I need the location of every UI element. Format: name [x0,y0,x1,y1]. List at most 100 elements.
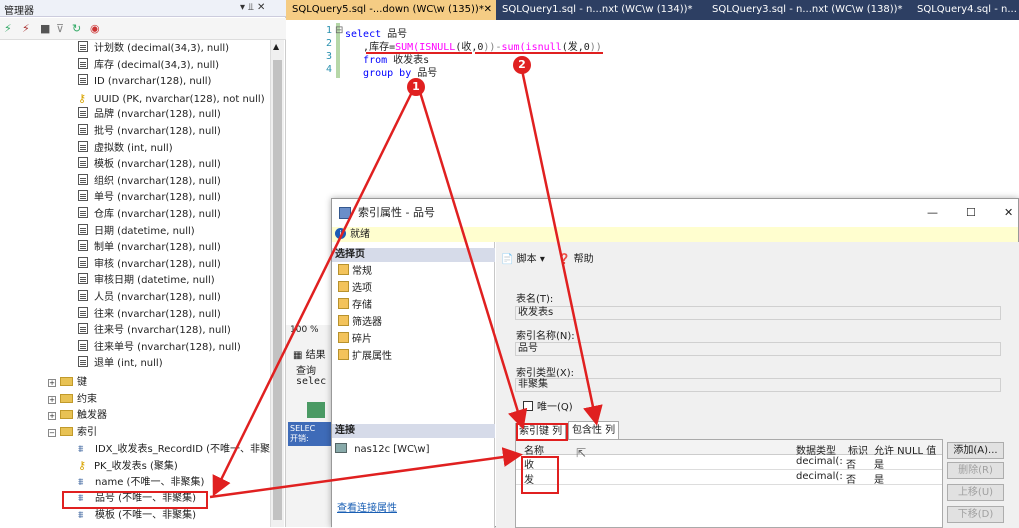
index-icon: ⩩ [78,509,84,521]
tab-sqlquery5[interactable]: SQLQuery5.sql -...down (WC\w (135))* ✕ [286,0,496,20]
results-tab[interactable]: ▦ 结果 [293,346,326,361]
object-explorer-toolbar: ⚡ ⚡ ■ ⊽ ↻ ◉ [0,18,286,40]
stop-icon[interactable]: ■ [40,22,50,35]
unique-checkbox[interactable]: 唯一(Q) [523,398,573,413]
tree-item-column[interactable]: 计划数 (decimal(34,3), null) [78,41,229,57]
tree-item-column[interactable]: 退单 (int, null) [78,356,163,372]
pane-controls[interactable]: ▾ ⫫ ✕ [240,2,265,13]
tree-item-column[interactable]: 组织 (nvarchar(128), null) [78,173,221,190]
tree-item-index[interactable]: ⩩ 模板 (不唯一、非聚集) [78,508,196,524]
close-button[interactable]: ✕ [1004,199,1013,227]
folder-icon [60,426,73,436]
tree-item-index[interactable]: ⚷ PK_收发表s (聚集) [78,458,178,474]
plan-node[interactable]: SELEC 开销: [288,422,331,446]
tree-item-label: 日期 (datetime, null) [94,225,195,237]
script-label: 脚本 [516,254,537,265]
tree-item-column[interactable]: 仓库 (nvarchar(128), null) [78,207,221,223]
add-button[interactable]: 添加(A)... [947,442,1004,459]
tab-sqlquery4[interactable]: SQLQuery4.sql - n... [911,0,1019,20]
tree-folder[interactable]: + 键 [48,375,87,391]
page-item[interactable]: 碎片 [338,332,372,348]
checkbox-box[interactable] [523,401,533,411]
index-properties-dialog: 索引属性 - 品号 — ☐ ✕ i 就绪 选择页 常规 选项 存储 筛选器 碎片 扩展属性… [331,198,1019,528]
tree-item-column[interactable]: ID (nvarchar(128), null) [78,74,211,90]
table-row[interactable]: 收 decimal(: 否 是 [516,455,942,471]
tab-label: SQLQuery3.sql - n...nxt (WC\w (138))* [712,4,903,15]
move-down-button[interactable]: 下移(D) [947,506,1004,523]
tree-item-column[interactable]: 模板 (nvarchar(128), null) [78,157,221,173]
disconnect-icon[interactable]: ⚡ [22,22,30,35]
tree-item-column[interactable]: 往来 (nvarchar(128), null) [78,306,221,323]
tree-item-label: 往来 (nvarchar(128), null) [94,308,221,320]
index-name-field[interactable]: 品号 [515,342,1001,356]
maximize-button[interactable]: ☐ [966,199,976,227]
tree-folder[interactable]: + 触发器 [48,408,107,424]
tree-folder-label: 键 [77,377,87,388]
tree-item-column[interactable]: 虚拟数 (int, null) [78,140,173,157]
filter-icon[interactable]: ⊽ [56,22,64,35]
script-icon: 📄 [501,254,517,265]
tree-item-column[interactable]: 批号 (nvarchar(128), null) [78,124,221,140]
tree-item-column[interactable]: 审核 (nvarchar(128), null) [78,256,221,273]
index-icon: ⩩ [78,444,84,455]
expand-icon[interactable]: + [48,395,56,404]
tree-item-column[interactable]: 往来单号 (nvarchar(128), null) [78,339,241,356]
page-item[interactable]: 选项 [338,281,372,297]
column-icon [78,173,88,185]
tree-item-column[interactable]: 库存 (decimal(34,3), null) [78,57,219,74]
table-name-field[interactable]: 收发表s [515,306,1001,320]
cell-identity: 否 [846,475,856,486]
tree-folder-label: 触发器 [77,410,107,422]
page-item[interactable]: 筛选器 [338,315,382,331]
page-item[interactable]: 常规 [338,264,372,280]
scroll-up-icon[interactable]: ▲ [273,42,279,51]
tree-item-column[interactable]: 品牌 (nvarchar(128), null) [78,107,221,123]
tree-item-column[interactable]: 日期 (datetime, null) [78,223,195,240]
zoom-level[interactable]: 100 % [290,325,319,335]
page-icon [338,332,349,343]
annotation-badge-1: 1 [407,78,425,96]
general-page-pane: 📄 脚本 ▾ ❓ 帮助 表名(T): 收发表s 索引名称(N): 品号 索引类型… [496,242,1019,528]
cell-datatype: decimal(: [796,471,843,482]
close-icon[interactable]: ✕ [484,0,492,20]
index-type-field[interactable]: 非聚集 [515,378,1001,392]
table-name-label: 表名(T): [516,294,554,305]
tree-item-column[interactable]: 单号 (nvarchar(128), null) [78,190,221,206]
script-button[interactable]: 📄 脚本 ▾ [501,250,545,265]
dialog-title: 索引属性 - 品号 [358,206,435,219]
view-connection-properties-link[interactable]: 查看连接属性 [337,501,397,517]
tree-folder[interactable]: − 索引 [48,425,97,441]
move-up-button[interactable]: 上移(U) [947,484,1004,501]
connect-icon[interactable]: ⚡ [4,22,12,35]
tree-item-index[interactable]: ⩩ name (不唯一、非聚集) [78,475,204,491]
collapse-icon[interactable]: ⊟ [335,25,343,36]
tree-folder[interactable]: + 约束 [48,392,97,408]
tab-sqlquery3[interactable]: SQLQuery3.sql - n...nxt (WC\w (138))* [706,0,909,20]
remove-button[interactable]: 删除(R) [947,462,1004,479]
expand-icon[interactable]: + [48,412,56,421]
tree-item-column[interactable]: ⚷ UUID (PK, nvarchar(128), not null) [78,91,265,107]
page-item[interactable]: 存储 [338,298,372,314]
page-item-label: 选项 [352,283,372,294]
info-icon: i [335,228,346,239]
tree-item-column[interactable]: 人员 (nvarchar(128), null) [78,290,221,306]
select-page-header: 选择页 [332,248,495,262]
expand-icon[interactable]: + [48,379,56,387]
refresh-icon[interactable]: ↻ [72,22,81,35]
help-button[interactable]: ❓ 帮助 [558,250,594,265]
table-row[interactable]: 发 decimal(: 否 是 [516,470,942,486]
page-item[interactable]: 扩展属性 [338,349,392,365]
code-line-4[interactable]: group by 品号 [345,64,437,79]
tab-included-columns[interactable]: 包含性 列 [568,421,620,439]
column-icon [78,207,88,218]
tree-item-index[interactable]: ⩩ IDX_收发表s_RecordID (不唯一、非聚 [78,442,270,458]
tree-item-column[interactable]: 往来号 (nvarchar(128), null) [78,323,231,339]
tab-sqlquery1[interactable]: SQLQuery1.sql - n...nxt (WC\w (134))* [496,0,699,20]
object-explorer-scrollbar[interactable]: ▲ [270,40,284,527]
collapse-icon[interactable]: − [48,428,56,437]
tree-item-column[interactable]: 制单 (nvarchar(128), null) [78,240,221,256]
minimize-button[interactable]: — [927,199,938,227]
tree-item-column[interactable]: 审核日期 (datetime, null) [78,273,215,289]
activity-monitor-icon[interactable]: ◉ [90,22,100,35]
scrollbar-thumb[interactable] [273,60,282,520]
